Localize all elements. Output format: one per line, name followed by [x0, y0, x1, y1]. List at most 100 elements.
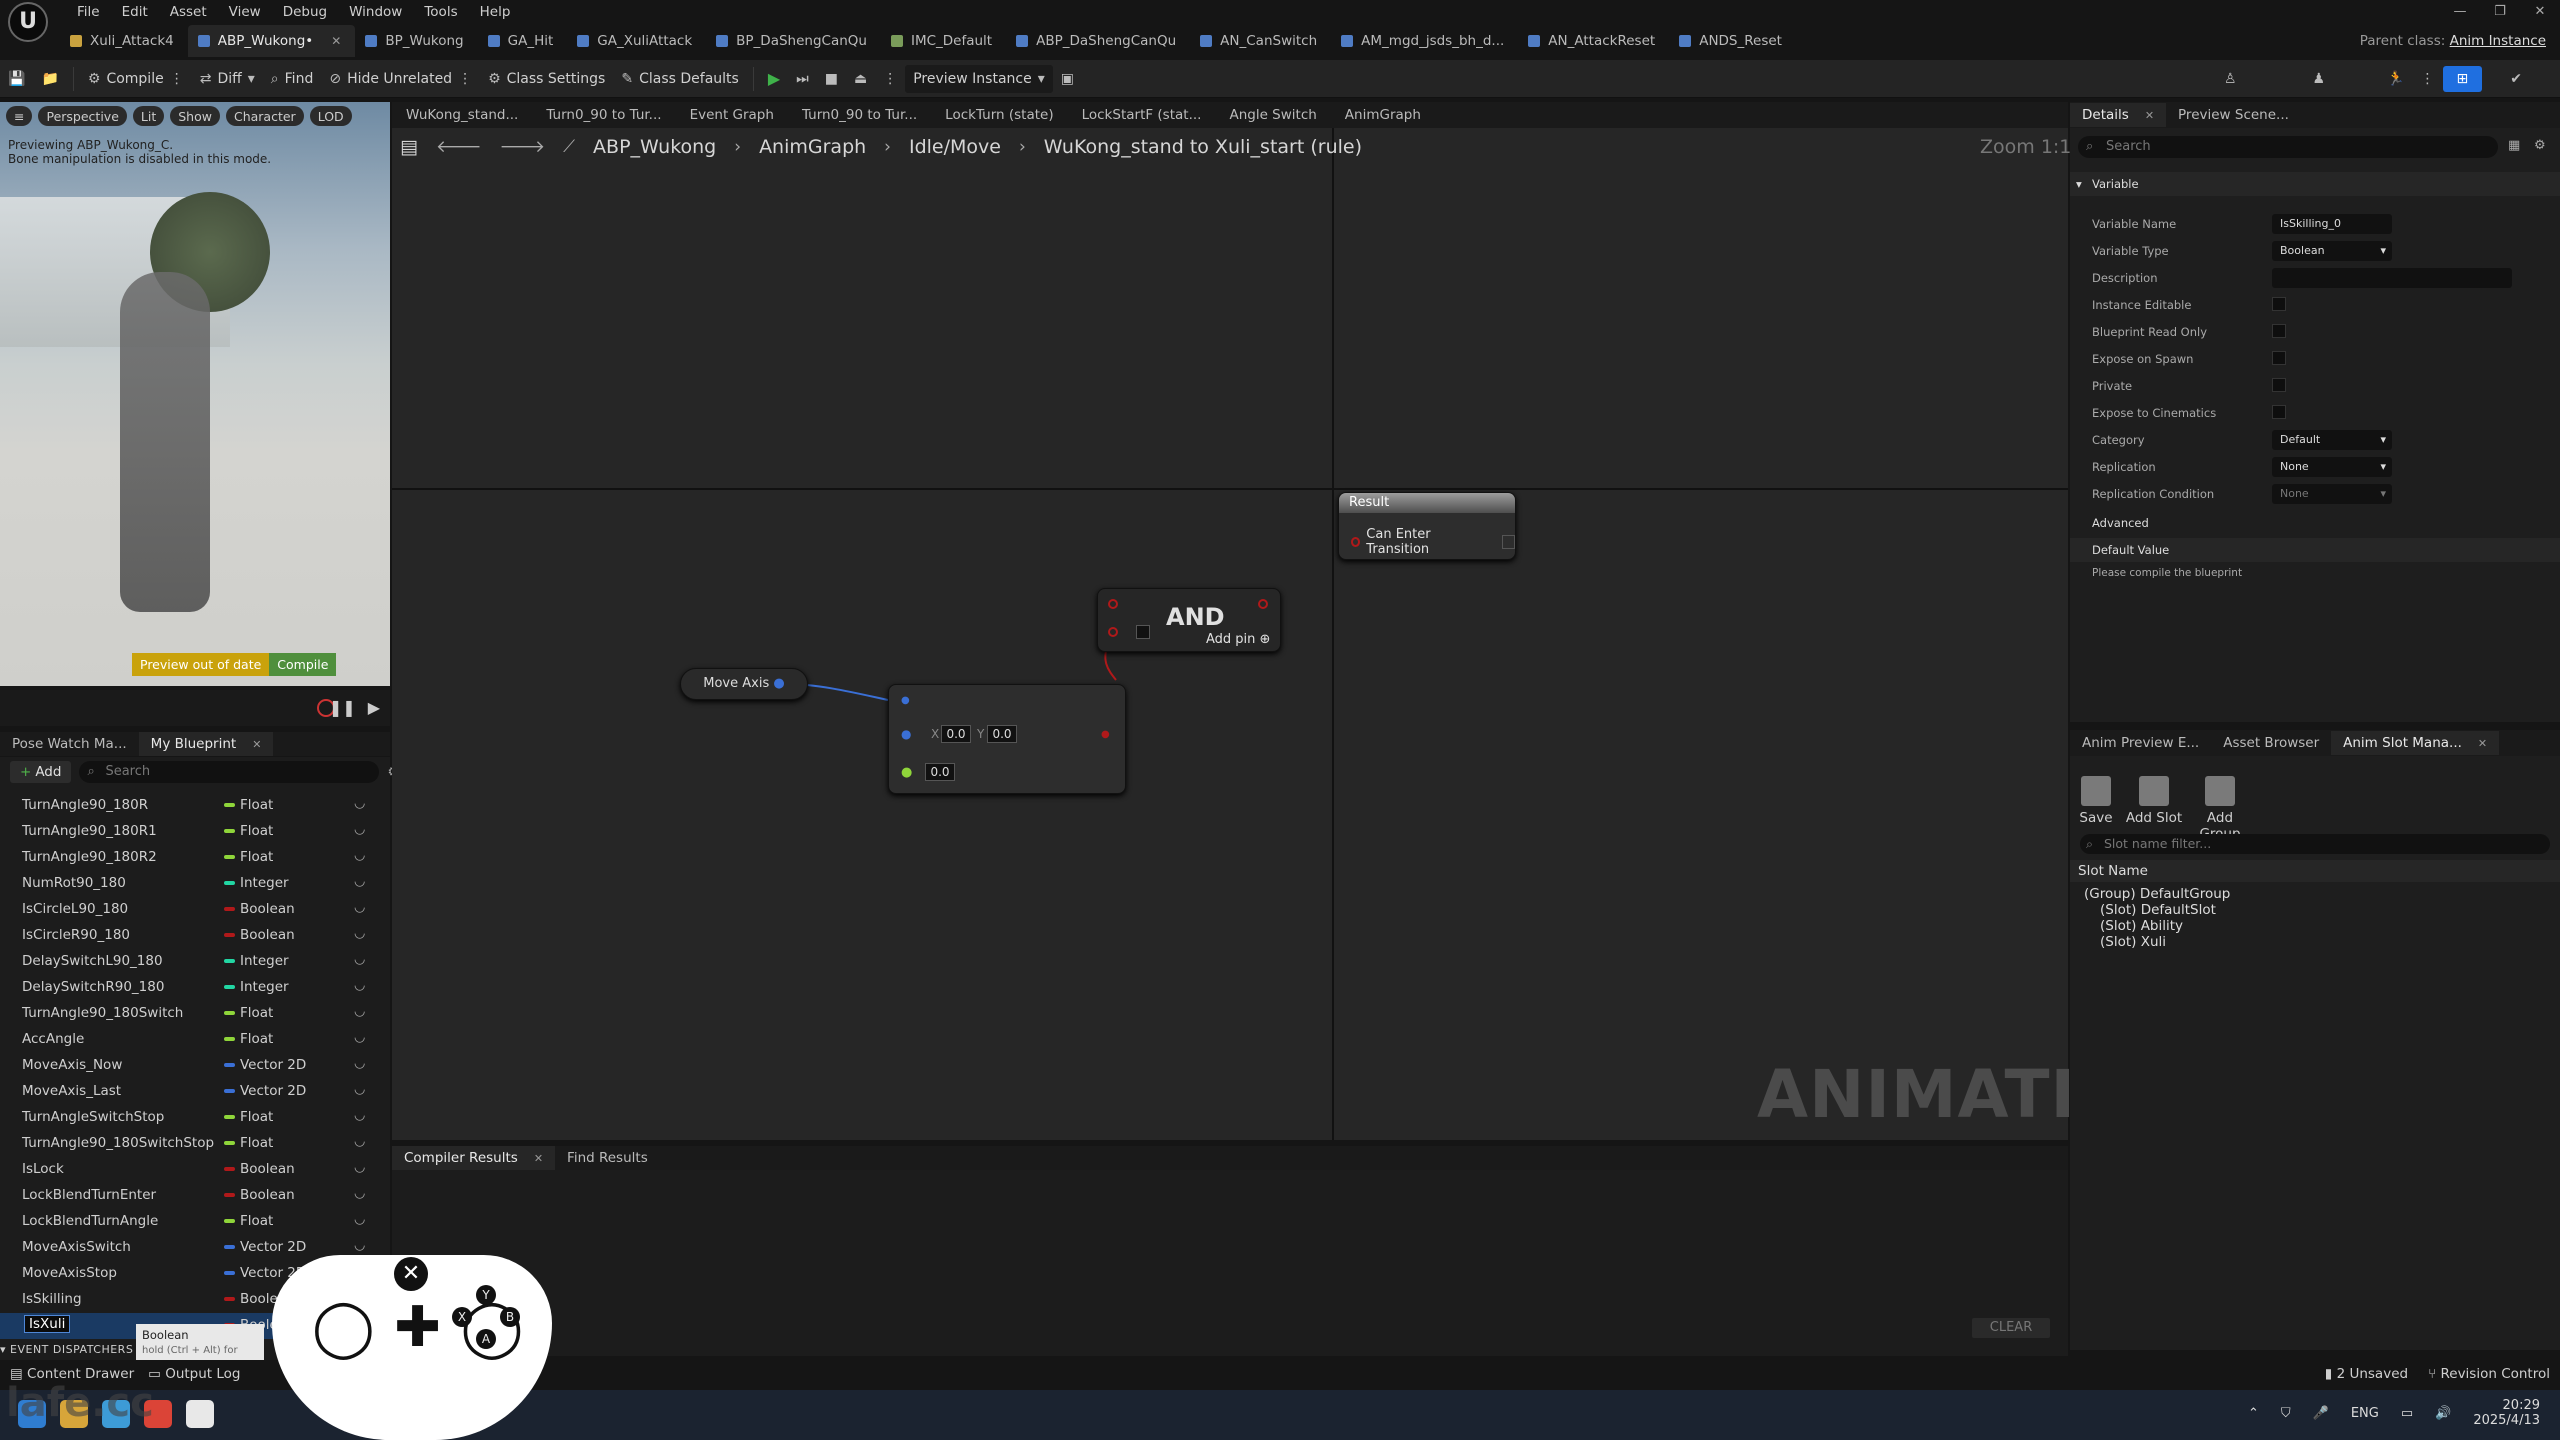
- back-arrow-icon[interactable]: 🡐: [436, 137, 482, 157]
- x-value-field[interactable]: 0.0: [941, 725, 971, 743]
- skeleton-mode-icon[interactable]: ♙: [2216, 65, 2245, 93]
- close-icon[interactable]: ✕: [2478, 737, 2487, 750]
- blueprint-mode-button[interactable]: ⊞: [2442, 65, 2483, 92]
- visibility-eye-icon[interactable]: ◡: [354, 1082, 365, 1097]
- bool-output-pin[interactable]: [1258, 599, 1268, 609]
- variable-type[interactable]: Integer: [224, 875, 289, 891]
- tab-animgraph[interactable]: AnimGraph: [1331, 102, 1435, 128]
- document-tab[interactable]: ABP_Wukong• ✕: [187, 25, 356, 57]
- slot-item[interactable]: (Slot) Ability: [2100, 918, 2183, 934]
- pause-icon[interactable]: ❚❚: [329, 698, 356, 717]
- tab-asset-browser[interactable]: Asset Browser: [2211, 731, 2331, 755]
- variable-type[interactable]: Float: [224, 1135, 273, 1151]
- save-icon[interactable]: 💾: [0, 65, 33, 93]
- more-icon[interactable]: ⋮: [875, 65, 905, 93]
- menu-view[interactable]: View: [218, 1, 272, 23]
- variable-row[interactable]: MoveAxis_Now Vector 2D ◡: [0, 1053, 380, 1079]
- add-button[interactable]: + Add: [10, 761, 72, 783]
- visibility-eye-icon[interactable]: ◡: [354, 978, 365, 993]
- variable-row[interactable]: TurnAngle90_180R2 Float ◡: [0, 845, 380, 871]
- viewport-lit-button[interactable]: Lit: [132, 106, 165, 126]
- visibility-eye-icon[interactable]: ◡: [354, 926, 365, 941]
- maximize-icon[interactable]: ❐: [2480, 1, 2520, 23]
- variable-row[interactable]: TurnAngle90_180SwitchStop Float ◡: [0, 1131, 380, 1157]
- stop-icon[interactable]: ■: [817, 65, 846, 93]
- unreal-task-icon[interactable]: [186, 1400, 214, 1428]
- vector-pin-icon[interactable]: ●: [773, 676, 784, 691]
- visibility-eye-icon[interactable]: ◡: [354, 952, 365, 967]
- close-icon[interactable]: ✕: [331, 34, 341, 48]
- property-dropdown[interactable]: None ▾: [2272, 457, 2392, 477]
- hide-unrelated-button[interactable]: ⊘ Hide Unrelated ⋮: [321, 65, 480, 93]
- save-slot-button[interactable]: Save: [2066, 776, 2126, 826]
- variable-type[interactable]: Float: [224, 1005, 273, 1021]
- forward-arrow-icon[interactable]: 🡒: [500, 137, 546, 157]
- visibility-eye-icon[interactable]: ◡: [354, 822, 365, 837]
- property-checkbox[interactable]: [2272, 378, 2286, 392]
- tab-pose-watch-ma[interactable]: Pose Watch Ma...: [0, 732, 139, 756]
- tab-turn0-90-to-tur[interactable]: Turn0_90 to Tur...: [532, 102, 675, 128]
- tab-find-results[interactable]: Find Results: [555, 1146, 660, 1170]
- browse-icon[interactable]: 📁: [33, 65, 66, 93]
- document-tab[interactable]: GA_Hit: [478, 25, 568, 57]
- viewport-character-button[interactable]: Character: [225, 106, 304, 126]
- visibility-eye-icon[interactable]: ◡: [354, 1108, 365, 1123]
- mesh-mode-icon[interactable]: ♟: [2305, 65, 2334, 93]
- clock[interactable]: 20:29 2025/4/13: [2473, 1398, 2540, 1428]
- revision-control-button[interactable]: ⑂ Revision Control: [2428, 1366, 2550, 1382]
- variable-name-edit-field[interactable]: IsXuli: [24, 1315, 71, 1333]
- visibility-eye-icon[interactable]: ◡: [354, 848, 365, 863]
- menu-help[interactable]: Help: [469, 1, 522, 23]
- clear-button[interactable]: CLEAR: [1972, 1318, 2050, 1338]
- variable-row[interactable]: LockBlendTurnEnter Boolean ◡: [0, 1183, 380, 1209]
- document-tab[interactable]: ANDS_Reset: [1669, 25, 1796, 57]
- shield-icon[interactable]: ⛉: [2281, 1406, 2291, 1421]
- minimize-icon[interactable]: —: [2440, 1, 2480, 23]
- document-tab[interactable]: AN_AttackReset: [1518, 25, 1669, 57]
- preview-viewport[interactable]: ≡ Perspective Lit Show Character LOD Preview…: [0, 102, 390, 686]
- variable-row[interactable]: TurnAngleSwitchStop Float ◡: [0, 1105, 380, 1131]
- unsaved-button[interactable]: ▮ 2 Unsaved: [2325, 1366, 2408, 1382]
- step-icon[interactable]: ⏭: [788, 65, 817, 93]
- visibility-eye-icon[interactable]: ◡: [354, 1160, 365, 1175]
- variable-type[interactable]: Float: [224, 797, 273, 813]
- variable-row[interactable]: TurnAngle90_180R Float ◡: [0, 793, 380, 819]
- can-enter-transition-pin[interactable]: Can Enter Transition: [1351, 527, 1515, 557]
- variable-type[interactable]: Float: [224, 1109, 273, 1125]
- volume-icon[interactable]: 🔊: [2435, 1406, 2451, 1421]
- property-checkbox[interactable]: [2272, 351, 2286, 365]
- document-tab[interactable]: BP_DaShengCanQu: [706, 25, 881, 57]
- variable-type[interactable]: Boolean: [224, 901, 295, 917]
- variable-row[interactable]: IsCircleL90_180 Boolean ◡: [0, 897, 380, 923]
- slot-item[interactable]: (Slot) DefaultSlot: [2100, 902, 2216, 918]
- visibility-eye-icon[interactable]: ◡: [354, 796, 365, 811]
- float-input-pin[interactable]: ●: [901, 765, 912, 780]
- tab-turn0-90-to-tur[interactable]: Turn0_90 to Tur...: [788, 102, 931, 128]
- variable-row[interactable]: MoveAxis_Last Vector 2D ◡: [0, 1079, 380, 1105]
- variable-type[interactable]: Vector 2D: [224, 1239, 306, 1255]
- menu-window[interactable]: Window: [338, 1, 413, 23]
- tab-lockstartf-stat[interactable]: LockStartF (stat...: [1068, 102, 1216, 128]
- animation-mode-icon[interactable]: 🏃: [2379, 65, 2412, 93]
- preview-instance-dropdown[interactable]: Preview Instance ▾: [905, 64, 1053, 93]
- viewport-show-button[interactable]: Show: [170, 106, 220, 126]
- variable-row[interactable]: TurnAngle90_180R1 Float ◡: [0, 819, 380, 845]
- document-tab[interactable]: AM_mgd_jsds_bh_d...: [1331, 25, 1518, 57]
- settings-gear-icon[interactable]: ⚙: [2534, 138, 2546, 153]
- advanced-section[interactable]: Advanced: [2070, 511, 2560, 535]
- compile-button[interactable]: ⚙ Compile ⋮: [80, 65, 192, 93]
- language-indicator[interactable]: ENG: [2351, 1406, 2379, 1421]
- document-tab[interactable]: Xuli_Attack4: [60, 25, 188, 57]
- output-log-button[interactable]: ▭ Output Log: [148, 1366, 240, 1382]
- result-node[interactable]: Result Can Enter Transition: [1338, 492, 1516, 560]
- visibility-eye-icon[interactable]: ◡: [354, 1212, 365, 1227]
- variable-row[interactable]: DelaySwitchR90_180 Integer ◡: [0, 975, 380, 1001]
- bool-input-pin-b[interactable]: [1108, 627, 1118, 637]
- tab-wukong-stand[interactable]: WuKong_stand...: [392, 102, 532, 128]
- variable-type[interactable]: Float: [224, 849, 273, 865]
- variable-row[interactable]: DelaySwitchL90_180 Integer ◡: [0, 949, 380, 975]
- slot-item[interactable]: (Slot) Xuli: [2100, 934, 2166, 950]
- variable-type[interactable]: Vector 2D: [224, 1083, 306, 1099]
- property-input[interactable]: [2272, 268, 2512, 288]
- property-dropdown[interactable]: None ▾: [2272, 484, 2392, 504]
